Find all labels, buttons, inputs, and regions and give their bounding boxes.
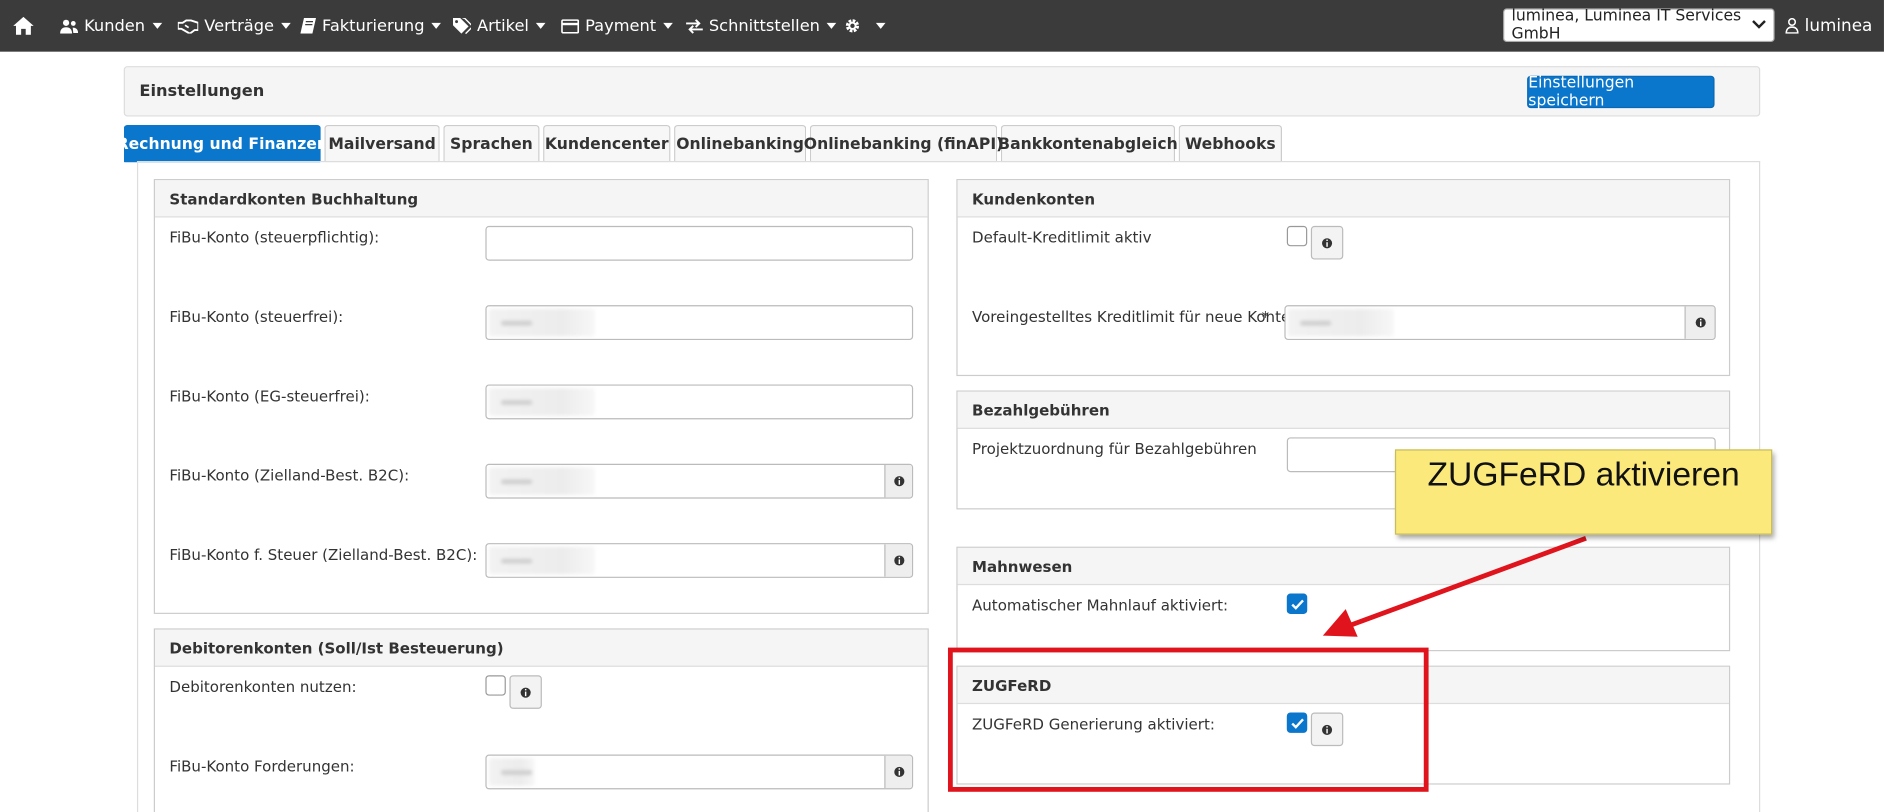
redacted-value [489, 758, 535, 786]
info-icon [1322, 237, 1333, 248]
nav-fakturierung-label: Fakturierung [322, 16, 425, 36]
tab-onlinebanking[interactable]: Onlinebanking [674, 124, 807, 163]
field-label: FiBu-Konto f. Steuer (Zielland-Best. B2C… [169, 545, 478, 564]
field-label: FiBu-Konto (steuerpflichtig): [169, 228, 380, 247]
nav-settings[interactable] [845, 0, 886, 52]
tab-onlinebanking-finapi[interactable]: Onlinebanking (finAPI) [804, 124, 1003, 163]
redacted-value [489, 467, 595, 496]
handshake-icon [177, 18, 199, 34]
fibu-eg-steuerfrei-input[interactable] [485, 384, 914, 420]
credit-card-icon [561, 18, 580, 34]
nav-schnittstellen[interactable]: Schnittstellen [686, 0, 837, 52]
tab-kundencenter[interactable]: Kundencenter [543, 124, 671, 163]
annotation-callout: ZUGFeRD aktivieren [1394, 449, 1773, 535]
check-icon [1291, 599, 1304, 610]
nav-fakturierung[interactable]: Fakturierung [300, 0, 442, 52]
info-icon [893, 555, 904, 566]
top-navbar: Kunden Verträge Fakturierung Artikel Pay… [0, 0, 1884, 52]
panel-kundenkonten-title: Kundenkonten [957, 180, 1729, 218]
field-label: Automatischer Mahnlauf aktiviert: [972, 595, 1229, 614]
gear-icon [845, 19, 860, 33]
field-label: FiBu-Konto (steuerfrei): [169, 307, 344, 326]
required-marker: * [1261, 307, 1270, 326]
settings-header: Einstellungen Einstellungen speichern [123, 66, 1761, 117]
highlight-box [947, 647, 1429, 792]
panel-debitoren-title: Debitorenkonten (Soll/Ist Besteuerung) [154, 629, 928, 667]
panel-kundenkonten: Kundenkonten Default-Kreditlimit aktiv V… [956, 179, 1731, 377]
panel-standardkonten-title: Standardkonten Buchhaltung [154, 180, 928, 218]
panel-standardkonten: Standardkonten Buchhaltung FiBu-Konto (s… [153, 179, 929, 614]
user-icon [1785, 18, 1799, 34]
user-name: luminea [1804, 16, 1873, 36]
nav-artikel[interactable]: Artikel [452, 0, 546, 52]
fibu-zielland-input[interactable] [485, 463, 914, 499]
caret-down-icon [875, 22, 886, 29]
nav-schnittstellen-label: Schnittstellen [708, 16, 820, 36]
book-icon [300, 18, 316, 34]
redacted-value [489, 388, 595, 416]
caret-down-icon [827, 22, 837, 29]
company-select-value: luminea, Luminea IT Services GmbH [1511, 7, 1742, 44]
exchange-icon [686, 18, 703, 34]
tab-bankkontenabgleich[interactable]: Bankkontenabgleich [998, 124, 1178, 163]
tab-mailversand[interactable]: Mailversand [324, 124, 440, 163]
tags-icon [452, 17, 471, 34]
info-button[interactable] [509, 675, 542, 709]
default-kreditlimit-checkbox[interactable] [1286, 225, 1308, 247]
panel-mahnwesen-title: Mahnwesen [957, 547, 1729, 586]
fibu-steuerfrei-input[interactable] [485, 305, 914, 341]
page-title: Einstellungen [139, 81, 265, 101]
info-icon [893, 476, 904, 487]
tab-sprachen[interactable]: Sprachen [443, 124, 540, 163]
info-button[interactable] [1310, 225, 1344, 260]
tab-rechnung-und-finanzen[interactable]: Rechnung und Finanzen [117, 124, 328, 163]
panel-debitoren: Debitorenkonten (Soll/Ist Besteuerung) D… [153, 628, 929, 812]
save-settings-button[interactable]: Einstellungen speichern [1527, 74, 1715, 110]
redacted-value [1288, 308, 1394, 337]
fibu-steuerpflichtig-input[interactable] [485, 225, 914, 261]
field-label: FiBu-Konto Forderungen: [169, 756, 355, 775]
info-addon[interactable] [1684, 306, 1715, 339]
tab-webhooks[interactable]: Webhooks [1178, 124, 1283, 163]
user-menu[interactable]: luminea [1785, 0, 1872, 52]
info-icon [893, 766, 904, 778]
panel-bezahl-title: Bezahlgebühren [957, 391, 1729, 429]
redacted-value [489, 308, 595, 337]
info-addon[interactable] [884, 544, 912, 577]
info-icon [1695, 317, 1706, 328]
fibu-steuer-zielland-input[interactable] [485, 543, 914, 578]
fibu-forderungen-input[interactable] [485, 754, 914, 790]
caret-down-icon [536, 22, 546, 29]
caret-down-icon [663, 22, 673, 29]
nav-kunden-label: Kunden [84, 16, 146, 36]
info-addon[interactable] [884, 755, 912, 789]
nav-artikel-label: Artikel [476, 16, 529, 36]
nav-vertraege-label: Verträge [204, 16, 274, 36]
chevron-down-icon [1752, 20, 1766, 29]
users-icon [60, 19, 79, 34]
field-label: FiBu-Konto (Zielland-Best. B2C): [169, 466, 410, 485]
nav-payment-label: Payment [585, 16, 657, 36]
field-label: Default-Kreditlimit aktiv [972, 228, 1152, 247]
nav-payment[interactable]: Payment [561, 0, 673, 52]
kreditlimit-input[interactable] [1284, 305, 1716, 341]
field-label: Voreingestelltes Kreditlimit für neue Ko… [972, 307, 1300, 326]
info-addon[interactable] [884, 464, 912, 498]
caret-down-icon [431, 22, 442, 29]
mahnlauf-checkbox[interactable] [1286, 593, 1308, 614]
home-link[interactable] [13, 0, 34, 52]
home-icon [13, 16, 34, 35]
panel-mahnwesen: Mahnwesen Automatischer Mahnlauf aktivie… [956, 546, 1731, 652]
field-label: Debitorenkonten nutzen: [169, 677, 357, 696]
info-icon [520, 687, 531, 698]
field-label: FiBu-Konto (EG-steuerfrei): [169, 386, 370, 405]
nav-vertraege[interactable]: Verträge [177, 0, 291, 52]
caret-down-icon [281, 22, 291, 29]
field-label: Projektzuordnung für Bezahlgebühren [972, 439, 1257, 458]
redacted-value [489, 546, 595, 575]
company-select[interactable]: luminea, Luminea IT Services GmbH [1503, 7, 1775, 44]
caret-down-icon [152, 22, 162, 29]
debitorenkonten-checkbox[interactable] [485, 675, 506, 696]
nav-kunden[interactable]: Kunden [60, 0, 162, 52]
